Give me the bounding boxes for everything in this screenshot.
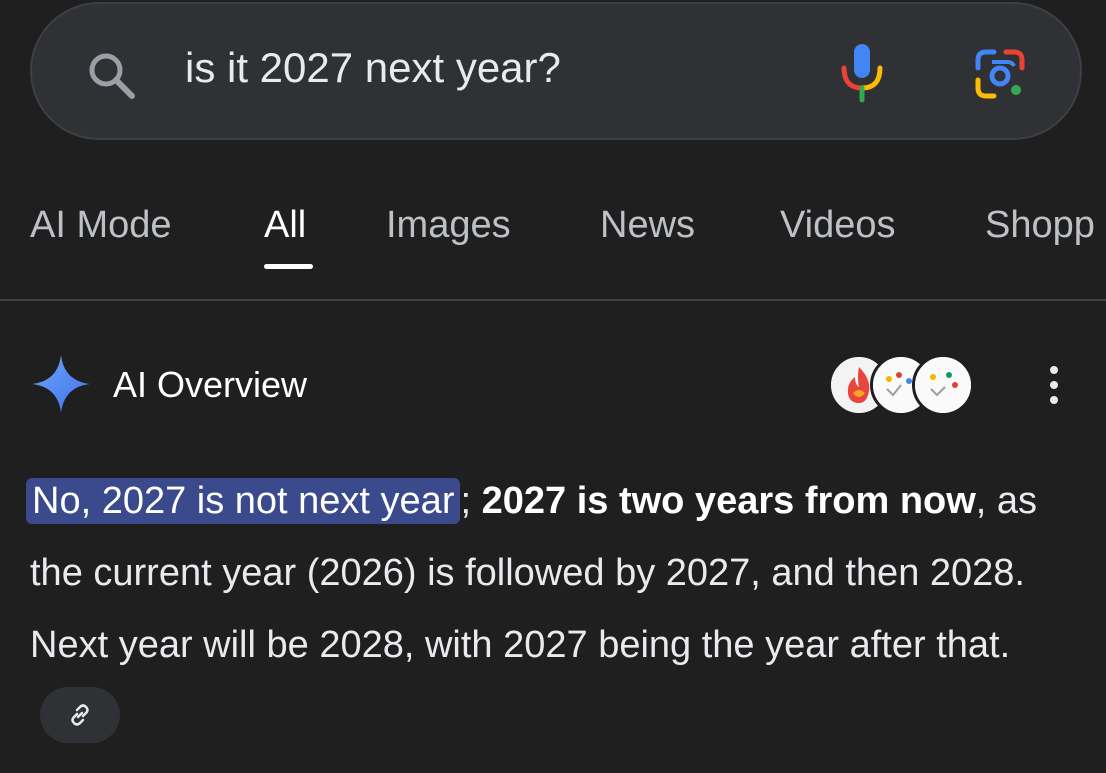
source-link-button[interactable] xyxy=(40,686,120,743)
active-tab-indicator xyxy=(264,264,313,269)
more-vert-icon[interactable] xyxy=(1042,362,1066,408)
tab-all[interactable]: All xyxy=(264,204,306,247)
link-icon xyxy=(71,704,89,726)
ai-overview-title: AI Overview xyxy=(113,364,308,405)
search-results-page: is it 2027 next year? AI Mode All Images… xyxy=(0,0,1106,773)
search-icon[interactable] xyxy=(84,48,140,104)
tab-ai-mode[interactable]: AI Mode xyxy=(30,204,172,247)
search-input[interactable]: is it 2027 next year? xyxy=(185,44,561,92)
divider xyxy=(0,299,1106,301)
lens-icon[interactable] xyxy=(968,42,1032,106)
tab-shopping[interactable]: Shopp xyxy=(985,204,1095,247)
tab-images[interactable]: Images xyxy=(386,204,511,247)
highlighted-answer: No, 2027 is not next year xyxy=(26,478,461,524)
sparkle-icon xyxy=(30,353,92,415)
answer-separator: ; xyxy=(460,480,482,522)
ai-overview-answer: No, 2027 is not next year; 2027 is two y… xyxy=(26,465,1090,753)
bold-answer: 2027 is two years from now xyxy=(481,480,976,522)
ai-overview-header: AI Overview xyxy=(0,340,1106,430)
search-tabs: AI Mode All Images News Videos Shopp xyxy=(0,190,1106,300)
tab-news[interactable]: News xyxy=(600,204,695,247)
source-avatar[interactable] xyxy=(912,354,974,416)
mic-icon[interactable] xyxy=(832,38,892,108)
tab-videos[interactable]: Videos xyxy=(780,204,896,247)
